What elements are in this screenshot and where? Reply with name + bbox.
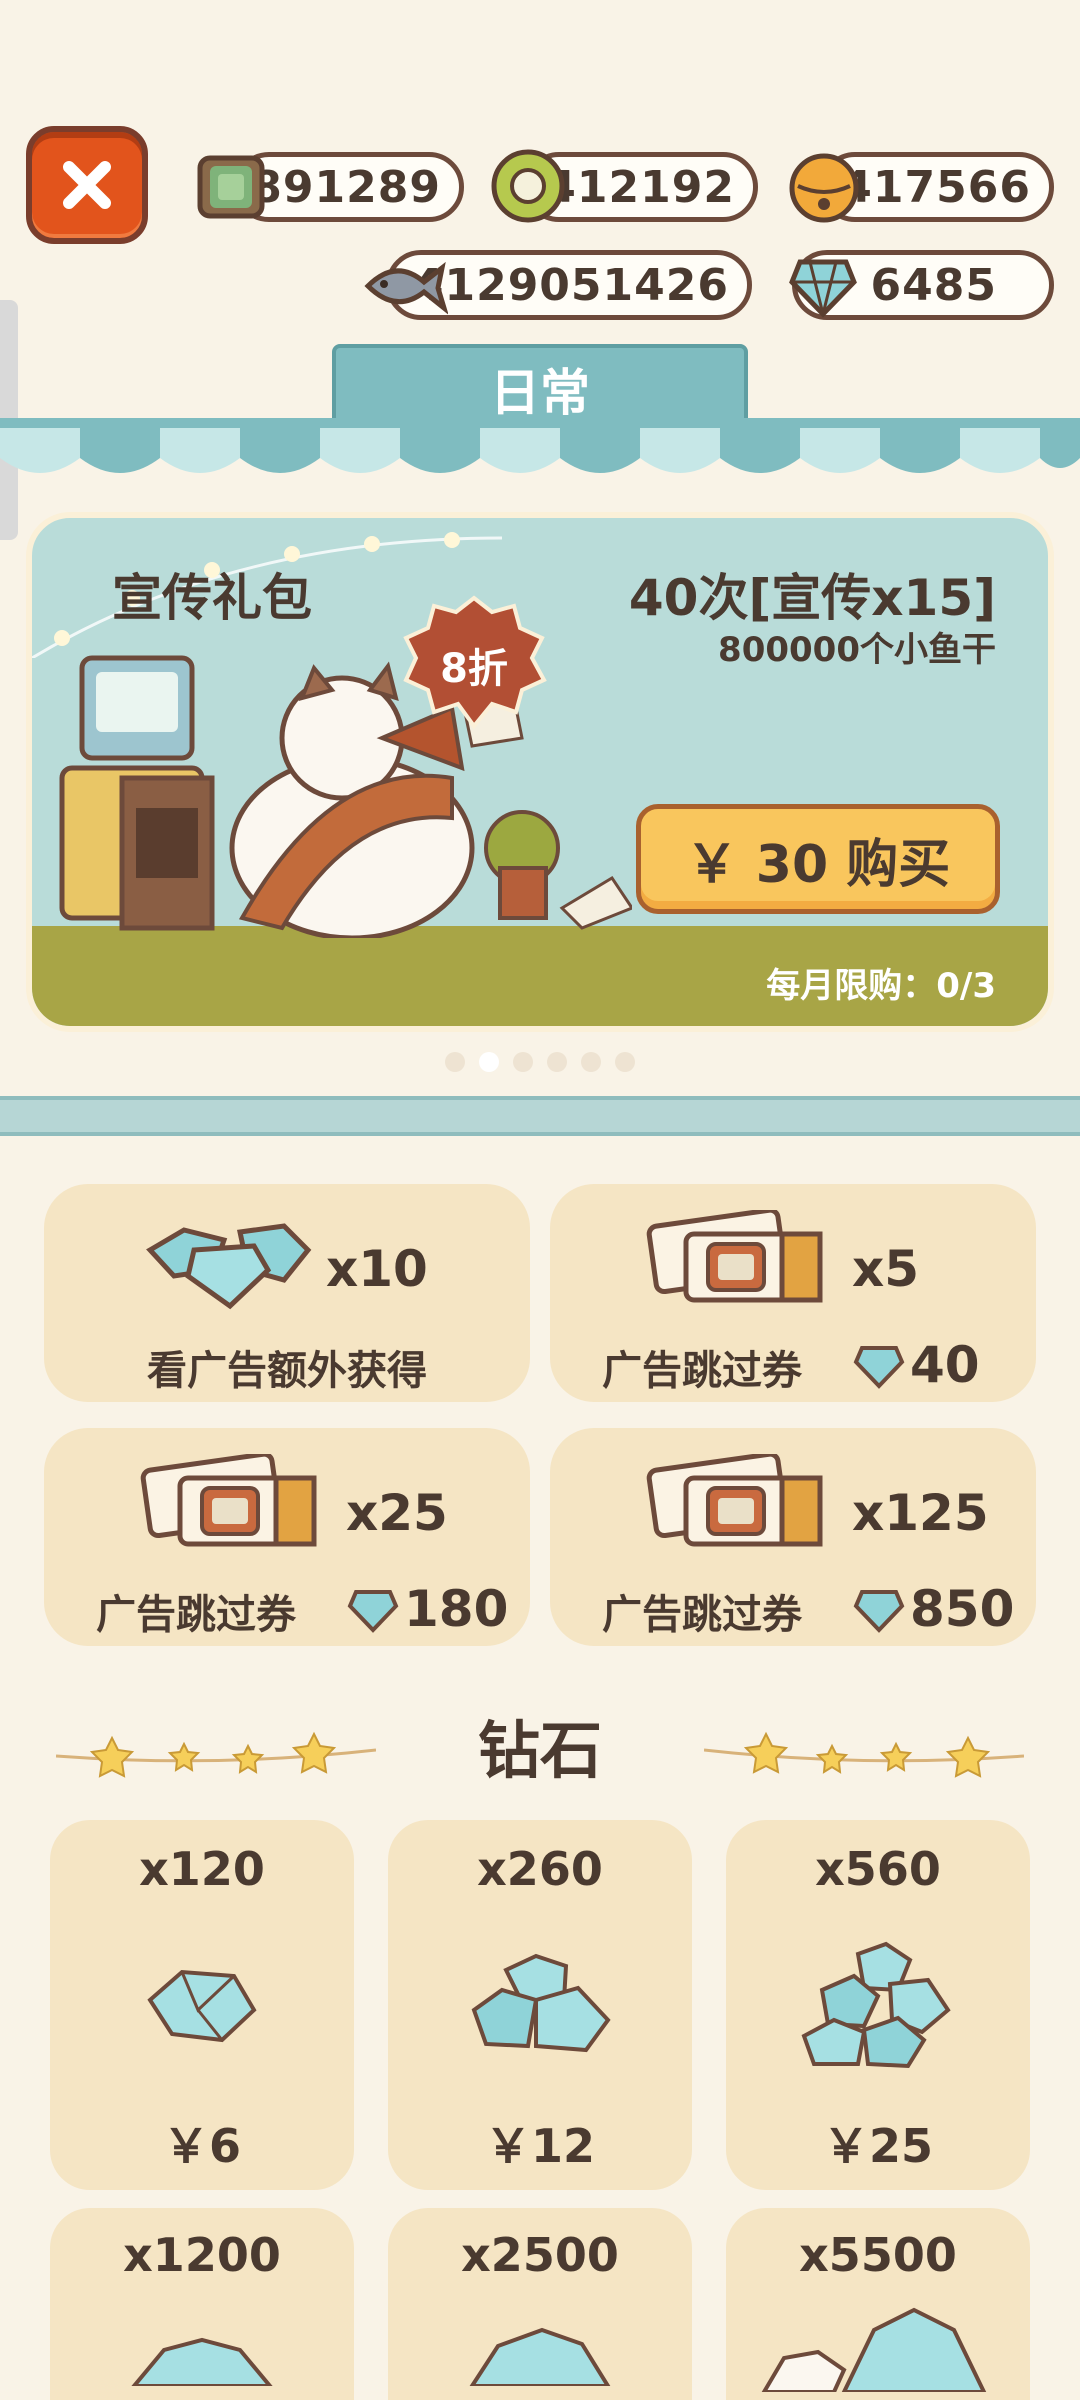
diamond-pack-icon	[801, 1941, 951, 2069]
diamond-pack-card[interactable]: x560 ￥25	[726, 1820, 1030, 2190]
offer-label: 看广告额外获得	[147, 1348, 427, 1394]
promo-banner[interactable]: 宣传礼包 40次[宣传x15] 800000个小鱼干 8折 ￥ 30 购买 每月…	[26, 512, 1054, 1032]
offer-label: 广告跳过券	[602, 1348, 802, 1394]
page-dot[interactable]	[445, 1052, 465, 1072]
diamond-pack-qty: x5500	[799, 2228, 957, 2282]
fish-value: 4129051426	[412, 259, 729, 311]
banner-title: 宣传礼包	[112, 569, 312, 627]
offer-card-skip-125[interactable]: x125 广告跳过券 850	[550, 1428, 1036, 1646]
page-dot-active[interactable]	[479, 1052, 499, 1072]
ad-skip-ticket-icon	[646, 1454, 823, 1547]
offer-card-ad-bonus[interactable]: x10 看广告额外获得	[44, 1184, 530, 1402]
diamond-pack-card[interactable]: x260 ￥12	[388, 1820, 692, 2190]
diamond-pack-icon	[469, 2327, 611, 2386]
diamond-icon	[853, 1590, 905, 1633]
offer-price: 850	[910, 1580, 1015, 1638]
discount-label: 8折	[440, 646, 508, 692]
coin-icon	[491, 149, 565, 223]
diamond-pile-icon	[146, 1223, 312, 1310]
banner-count: 40次[宣传x15]	[628, 569, 996, 627]
diamond-pack-card[interactable]: x1200	[50, 2208, 354, 2400]
offer-price: 40	[910, 1336, 980, 1394]
page-dot[interactable]	[581, 1052, 601, 1072]
diamond-pack-qty: x560	[815, 1842, 941, 1896]
diamond-value: 6485	[870, 259, 997, 311]
diamond-pack-price: ￥12	[484, 2119, 595, 2173]
tab-daily-label: 日常	[490, 364, 590, 422]
offer-price: 180	[404, 1580, 509, 1638]
ad-skip-ticket-icon	[140, 1454, 317, 1547]
discount-badge: 8折	[394, 592, 554, 732]
cash-icon	[197, 155, 265, 219]
shelf-divider	[0, 1096, 1080, 1136]
close-icon	[63, 161, 111, 209]
diamond-pack-card[interactable]: x2500	[388, 2208, 692, 2400]
page-dot[interactable]	[513, 1052, 533, 1072]
diamond-icon	[789, 259, 857, 318]
diamond-pack-qty: x1200	[123, 2228, 281, 2282]
diamond-pack-card[interactable]: x5500	[726, 2208, 1030, 2400]
diamond-icon	[853, 1346, 905, 1389]
diamond-pack-price: ￥25	[822, 2119, 933, 2173]
shop-awning	[0, 418, 1080, 473]
star-garland-right	[704, 1731, 1024, 1778]
bell-icon	[789, 153, 859, 223]
offer-label: 广告跳过券	[602, 1592, 802, 1638]
diamond-pack-icon	[471, 1953, 611, 2053]
diamond-pack-icon	[131, 2337, 273, 2386]
diamond-pack-qty: x2500	[461, 2228, 619, 2282]
ad-skip-ticket-icon	[646, 1210, 823, 1303]
diamond-pack-price: ￥6	[162, 2119, 241, 2173]
page-dot[interactable]	[615, 1052, 635, 1072]
banner-pagination	[0, 1052, 1080, 1072]
offer-label: 广告跳过券	[96, 1592, 296, 1638]
diamond-icon	[347, 1590, 399, 1633]
monthly-limit: 每月限购：0/3	[766, 966, 996, 1006]
offer-qty: x25	[346, 1484, 448, 1542]
fish-icon	[364, 261, 448, 315]
offer-card-skip-25[interactable]: x25 广告跳过券 180	[44, 1428, 530, 1646]
offer-card-skip-5[interactable]: x5 广告跳过券 40	[550, 1184, 1036, 1402]
page-dot[interactable]	[547, 1052, 567, 1072]
offer-qty: x125	[852, 1484, 989, 1542]
buy-button[interactable]: ￥ 30 购买	[636, 804, 1000, 914]
close-button[interactable]	[26, 126, 148, 244]
diamond-pack-card[interactable]: x120 ￥6	[50, 1820, 354, 2190]
diamond-pack-icon	[761, 2307, 987, 2392]
diamond-pack-qty: x260	[477, 1842, 603, 1896]
offer-qty: x5	[852, 1240, 920, 1298]
diamond-pack-qty: x120	[139, 1842, 265, 1896]
offer-qty: x10	[326, 1240, 428, 1298]
diamond-pack-icon	[147, 1969, 257, 2043]
banner-subtitle: 800000个小鱼干	[718, 630, 996, 670]
buy-button-label: ￥ 30 购买	[685, 834, 951, 895]
